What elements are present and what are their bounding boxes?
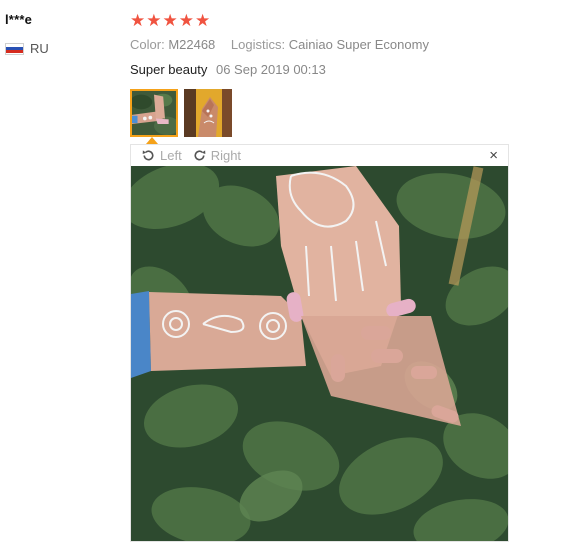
thumbnail-pointer: [146, 137, 158, 144]
star-icon: ★: [130, 10, 146, 30]
photo-thumbnail-1[interactable]: [130, 89, 178, 137]
photo-viewer: Left Right ×: [130, 144, 509, 542]
review-photo: [131, 166, 508, 541]
rotate-right-button[interactable]: Right: [192, 148, 241, 163]
star-icon: ★: [162, 10, 178, 30]
rotate-left-label: Left: [160, 148, 182, 163]
review-text: Super beauty: [130, 62, 208, 77]
rotate-left-button[interactable]: Left: [141, 148, 182, 163]
viewer-toolbar: Left Right ×: [131, 145, 508, 166]
photo-thumbnail-2[interactable]: [184, 89, 232, 137]
color-value: M22468: [168, 37, 216, 52]
rotate-right-icon: [194, 150, 205, 161]
review-date: 06 Sep 2019 00:13: [215, 62, 326, 77]
thumbnail-image: [184, 89, 232, 137]
hands-photo: [131, 166, 508, 541]
logistics-value: Cainiao Super Economy: [288, 37, 429, 52]
review-meta: Color: M22468 Logistics: Cainiao Super E…: [130, 37, 510, 52]
russia-flag-icon: [5, 42, 24, 55]
thumbnail-image: [132, 91, 176, 135]
star-icon: ★: [195, 10, 211, 30]
review-photo-thumbnails: [130, 89, 232, 137]
star-rating: ★ ★ ★ ★ ★: [130, 10, 510, 30]
reviewer-info: l***e RU: [5, 12, 115, 56]
reviewer-name: l***e: [5, 12, 33, 27]
review-block: ★ ★ ★ ★ ★ Color: M22468 Logistics: Caini…: [130, 10, 510, 78]
rotate-right-label: Right: [210, 148, 242, 163]
reviewer-country: RU: [5, 41, 115, 56]
country-code: RU: [30, 41, 49, 56]
star-icon: ★: [146, 10, 162, 30]
color-label: Color:: [130, 37, 165, 52]
review-content: Super beauty 06 Sep 2019 00:13: [130, 62, 510, 77]
star-icon: ★: [178, 10, 194, 30]
logistics-label: Logistics:: [230, 37, 286, 52]
rotate-left-icon: [142, 150, 154, 161]
close-icon[interactable]: ×: [489, 147, 498, 164]
